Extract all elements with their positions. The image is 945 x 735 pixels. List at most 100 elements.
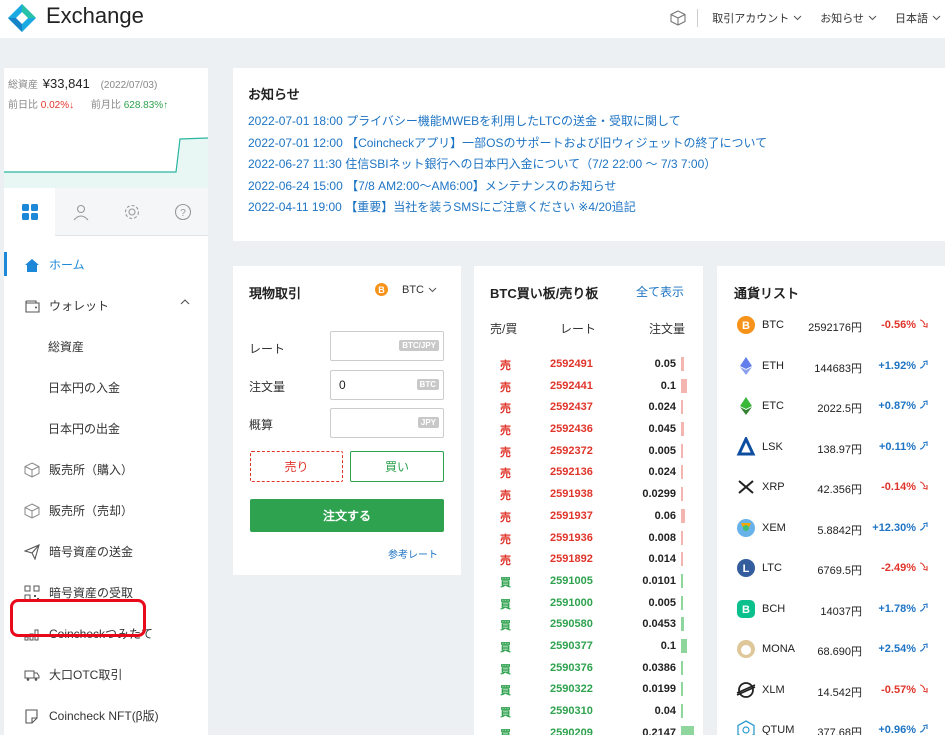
order-book-row[interactable]: 売 2592436 0.045: [474, 419, 703, 441]
currency-row[interactable]: XLM 14.542円 -0.57%: [717, 678, 945, 719]
order-amount: 0.1: [660, 379, 676, 392]
quantity-field[interactable]: 0 BTC: [330, 370, 444, 400]
order-amount: 0.008: [648, 531, 676, 544]
currency-change: -2.49%: [881, 562, 929, 574]
order-rate: 2592491: [550, 358, 593, 370]
currency-change: +0.11%: [879, 441, 929, 453]
notice-item[interactable]: 2022-07-01 18:00 プライバシー機能MWEBを利用したLTCの送金…: [248, 111, 945, 133]
currency-row[interactable]: ETC 2022.5円 +0.87%: [717, 394, 945, 435]
order-side: 買: [500, 685, 511, 698]
sidebar-item-sell[interactable]: 販売所（売却）: [4, 490, 208, 531]
sidebar-item-otc[interactable]: 大口OTC取引: [4, 654, 208, 695]
currency-row[interactable]: XRP 42.356円 -0.14%: [717, 475, 945, 516]
order-amount: 0.04: [654, 705, 676, 717]
notice-menu[interactable]: お知らせ: [820, 10, 877, 26]
notice-item[interactable]: 2022-04-11 19:00 【重要】当社を装うSMSにご注意ください ※4…: [248, 197, 945, 219]
language-menu[interactable]: 日本語: [895, 10, 941, 26]
sidebar-item-wallet[interactable]: ウォレット: [4, 285, 208, 326]
order-book-row[interactable]: 売 2592372 0.005: [474, 441, 703, 463]
day-change-value: 0.02%↓: [40, 100, 75, 111]
currency-row[interactable]: QTUM 377.68円 +0.96%: [717, 718, 945, 735]
order-book-row[interactable]: 売 2591892 0.014: [474, 549, 703, 571]
order-book-row[interactable]: 買 2590310 0.04: [474, 701, 703, 723]
sell-button[interactable]: 売り: [250, 451, 343, 482]
sidebar-item-label: 日本円の出金: [48, 422, 121, 436]
coincheck-logo-icon[interactable]: [6, 2, 38, 34]
order-side: 売: [500, 468, 511, 481]
currency-symbol: QTUM: [762, 724, 795, 735]
notice-item[interactable]: 2022-07-01 12:00 【Coincheckアプリ】一部OSのサポート…: [248, 133, 945, 155]
rate-field[interactable]: BTC/JPY: [330, 331, 444, 361]
reference-rate-link[interactable]: 参考レート: [388, 546, 438, 561]
currency-price: 2022.5円: [817, 403, 862, 415]
estimate-label: 概算: [249, 418, 274, 432]
tab-account[interactable]: [55, 188, 106, 236]
tab-dashboard[interactable]: [4, 188, 55, 236]
currency-row[interactable]: MONA 68.690円 +2.54%: [717, 637, 945, 678]
order-book-row[interactable]: 買 2590580 0.0453: [474, 614, 703, 636]
place-order-button[interactable]: 注文する: [250, 499, 444, 532]
show-all-link[interactable]: 全て表示: [636, 283, 684, 300]
order-book-row[interactable]: 売 2592136 0.024: [474, 462, 703, 484]
sidebar-item-jpy-withdraw[interactable]: 日本円の出金: [4, 408, 208, 449]
notice-title: お知らせ: [248, 87, 300, 102]
order-book-row[interactable]: 売 2592491 0.05: [474, 354, 703, 376]
currency-change-value: +12.30%: [872, 521, 916, 534]
order-amount: 0.1: [660, 639, 676, 652]
order-book-row[interactable]: 売 2591936 0.008: [474, 528, 703, 550]
order-rate: 2590580: [550, 618, 593, 631]
order-amount: 0.06: [654, 509, 676, 522]
order-side: 売: [500, 511, 511, 524]
order-book-row[interactable]: 売 2591937 0.06: [474, 506, 703, 528]
currency-row[interactable]: XEM 5.8842円 +12.30%: [717, 516, 945, 557]
sidebar-item-home[interactable]: ホーム: [4, 244, 208, 285]
send-icon: [23, 543, 41, 561]
order-book-row[interactable]: 売 2592441 0.1: [474, 376, 703, 398]
trading-account-menu[interactable]: 取引アカウント: [712, 10, 802, 26]
order-book-row[interactable]: 売 2591938 0.0299: [474, 484, 703, 506]
sidebar-item-total-assets[interactable]: 総資産: [4, 326, 208, 367]
sidebar-item-jpy-deposit[interactable]: 日本円の入金: [4, 367, 208, 408]
header-menu: 取引アカウント お知らせ 日本語: [669, 9, 941, 27]
currency-price: 138.97円: [817, 443, 862, 456]
tab-settings[interactable]: [106, 188, 157, 236]
order-amount: 0.024: [648, 401, 676, 414]
sidebar-item-buy[interactable]: 販売所（購入）: [4, 449, 208, 490]
order-book-row[interactable]: 買 2590377 0.1: [474, 636, 703, 658]
currency-change: -0.14%: [881, 481, 929, 493]
order-amount: 0.0101: [642, 574, 676, 587]
order-side: 買: [500, 576, 511, 589]
chevron-down-icon: [868, 15, 877, 21]
notice-item[interactable]: 2022-06-24 15:00 【7/8 AM2:00～AM6:00】メンテナ…: [248, 176, 945, 198]
coin-selector[interactable]: B BTC: [375, 283, 437, 296]
currency-change: +1.92%: [878, 360, 929, 372]
estimate-field[interactable]: JPY: [330, 408, 444, 438]
order-amount: 0.0453: [642, 618, 676, 631]
currency-row[interactable]: B BCH 14037円 +1.78%: [717, 597, 945, 638]
currency-row[interactable]: B BTC 2592176円 -0.56%: [717, 313, 945, 354]
currency-row[interactable]: L LTC 6769.5円 -2.49%: [717, 556, 945, 597]
order-book-row[interactable]: 買 2590322 0.0199: [474, 679, 703, 701]
order-rate: 2592136: [550, 466, 593, 479]
order-book-row[interactable]: 買 2591005 0.0101: [474, 571, 703, 593]
currency-row[interactable]: ETH 144683円 +1.92%: [717, 354, 945, 395]
order-depth-bar: [681, 443, 683, 458]
order-book-row[interactable]: 買 2591000 0.005: [474, 593, 703, 615]
trend-up-icon: [919, 724, 928, 733]
order-book-row[interactable]: 買 2590209 0.2147: [474, 723, 703, 735]
buy-button[interactable]: 買い: [350, 451, 444, 482]
sidebar-item-nft[interactable]: Coincheck NFT(β版): [4, 695, 208, 735]
tab-help[interactable]: ?: [157, 188, 208, 236]
cube-icon[interactable]: [669, 9, 687, 27]
order-depth-bar: [681, 573, 683, 588]
rate-unit-tag: BTC/JPY: [399, 340, 439, 351]
sidebar-item-label: 販売所（購入）: [49, 463, 134, 477]
brand-name[interactable]: Exchange: [46, 3, 144, 29]
order-depth-bar: [681, 704, 684, 718]
notice-item[interactable]: 2022-06-27 11:30 住信SBIネット銀行への日本円入金について（7…: [248, 154, 945, 176]
order-book-row[interactable]: 買 2590376 0.0386: [474, 658, 703, 680]
currency-price: 377.68円: [817, 727, 862, 735]
currency-row[interactable]: LSK 138.97円 +0.11%: [717, 434, 945, 476]
sidebar-item-send-crypto[interactable]: 暗号資産の送金: [4, 531, 208, 572]
order-book-row[interactable]: 売 2592437 0.024: [474, 397, 703, 419]
